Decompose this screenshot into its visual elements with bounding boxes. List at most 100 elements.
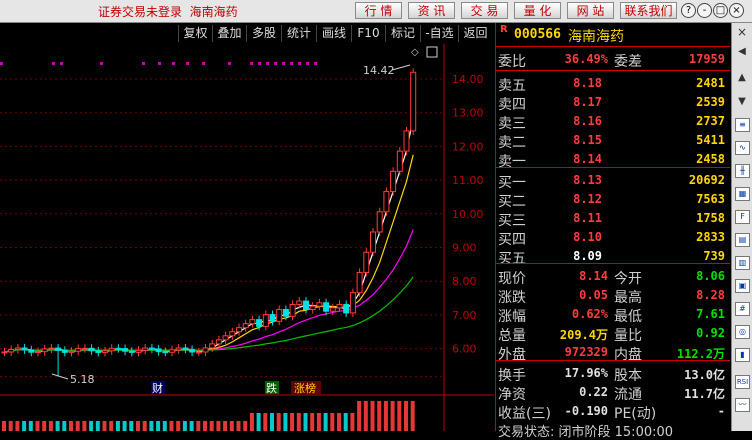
volume-bar bbox=[75, 421, 80, 431]
fund-label: 收益(三) bbox=[498, 406, 551, 422]
candle-body bbox=[135, 349, 142, 353]
ask-price: 8.16 bbox=[573, 114, 602, 128]
minimize-icon[interactable]: - bbox=[697, 3, 712, 18]
price-axis-labels: 14.00 13.00 12.00 11.00 10.00 9.00 8.00 7.00 6.0… bbox=[452, 73, 484, 356]
tool-multi-stock[interactable]: 多股 bbox=[246, 25, 281, 42]
candle-body bbox=[195, 351, 202, 354]
event-dots bbox=[0, 62, 317, 65]
tool-remove-watchlist[interactable]: -自选 bbox=[420, 25, 458, 42]
stat-label-2: 量比 bbox=[614, 328, 642, 344]
rsi-icon[interactable]: RSI bbox=[735, 375, 750, 389]
candle-body bbox=[182, 347, 189, 350]
locked-icon[interactable]: ▣ bbox=[735, 279, 750, 293]
candle-body bbox=[102, 350, 108, 353]
tool-overlay[interactable]: 叠加 bbox=[212, 25, 246, 42]
event-dot bbox=[100, 62, 103, 65]
candle-body bbox=[390, 170, 397, 193]
high-pointer bbox=[391, 64, 411, 71]
tool-f10[interactable]: F10 bbox=[351, 25, 385, 42]
event-dot bbox=[60, 62, 63, 65]
candle-body bbox=[349, 292, 356, 314]
news-icon[interactable]: ▤ bbox=[735, 233, 750, 247]
vol-icon[interactable]: ▮ bbox=[735, 348, 750, 362]
fund-value-2: - bbox=[717, 404, 725, 418]
bid-label: 买一 bbox=[498, 175, 526, 191]
tool-mark[interactable]: 标记 bbox=[385, 25, 420, 42]
trade-detail-icon[interactable]: ▥ bbox=[735, 256, 750, 270]
circle-icon[interactable]: ◎ bbox=[735, 325, 750, 339]
price-tick: 14.00 bbox=[452, 73, 484, 86]
volume-bar bbox=[223, 421, 228, 431]
ask-row: 卖二 8.15 5411 bbox=[496, 131, 729, 151]
arrow-down-icon[interactable]: ▼ bbox=[734, 95, 750, 109]
candle-body bbox=[269, 314, 276, 322]
quant-button[interactable]: 量 化 bbox=[514, 2, 561, 19]
price-tick: 13.00 bbox=[452, 107, 484, 120]
volume-bar bbox=[42, 421, 47, 431]
wave-icon[interactable]: 〰 bbox=[735, 398, 750, 412]
volume-bar bbox=[229, 421, 234, 431]
contact-button[interactable]: 联系我们 bbox=[620, 2, 677, 19]
volume-bar bbox=[28, 421, 33, 431]
tool-fuquan[interactable]: 复权 bbox=[178, 25, 212, 42]
volume-bar bbox=[296, 413, 301, 431]
candle-body bbox=[55, 347, 62, 351]
volume-bar bbox=[182, 421, 187, 431]
arrow-left-icon[interactable]: ◀ bbox=[734, 45, 750, 59]
volume-bar bbox=[169, 421, 174, 431]
volume-bar bbox=[330, 413, 335, 431]
candle-body bbox=[48, 347, 55, 350]
depth-icon[interactable]: ▦ bbox=[735, 187, 750, 201]
ask-row: 卖三 8.16 2737 bbox=[496, 112, 729, 132]
fund-value-2: 13.0亿 bbox=[684, 368, 725, 382]
volume-bar bbox=[176, 421, 181, 431]
close-panel-icon[interactable]: × bbox=[734, 25, 750, 39]
quote-header: R 000566 海南海药 bbox=[496, 24, 729, 45]
tool-stats[interactable]: 统计 bbox=[281, 25, 316, 42]
candle-body bbox=[95, 350, 102, 353]
calc-icon[interactable]: # bbox=[735, 302, 750, 316]
list-icon[interactable]: ≡ bbox=[735, 118, 750, 132]
stat-value: 209.4万 bbox=[559, 328, 608, 342]
volume-bar bbox=[209, 421, 214, 431]
marker-finance[interactable]: 财 bbox=[152, 381, 163, 395]
fund-label: 净资 bbox=[498, 387, 526, 403]
bid-label: 买二 bbox=[498, 194, 526, 210]
tool-draw-line[interactable]: 画线 bbox=[316, 25, 351, 42]
f10-icon[interactable]: F bbox=[735, 210, 750, 224]
candle-body bbox=[88, 347, 95, 352]
candle-body bbox=[222, 335, 229, 341]
marker-gainers[interactable]: 涨榜 bbox=[294, 381, 316, 395]
website-button[interactable]: 网 站 bbox=[567, 2, 614, 19]
login-status: 证券交易未登录 海南海药 bbox=[98, 3, 238, 20]
marker-drop[interactable]: 跌 bbox=[266, 381, 277, 395]
r-badge: R bbox=[500, 24, 508, 35]
quotes-button[interactable]: 行 情 bbox=[355, 2, 402, 19]
stat-value: 0.62% bbox=[571, 307, 608, 321]
help-icon[interactable]: ? bbox=[681, 3, 696, 18]
minute-chart-icon[interactable]: ∿ bbox=[735, 141, 750, 155]
candlesticks bbox=[1, 68, 417, 377]
news-button[interactable]: 资 讯 bbox=[408, 2, 455, 19]
volume-bar bbox=[55, 421, 60, 431]
event-dot bbox=[290, 62, 293, 65]
quote-panel: R 000566 海南海药 委比 36.49% 委差 17959 卖五 8.18 2… bbox=[495, 23, 731, 440]
volume-bar bbox=[390, 401, 395, 431]
trade-button[interactable]: 交 易 bbox=[461, 2, 508, 19]
kline-icon[interactable]: ╫ bbox=[735, 164, 750, 178]
bid-row: 买一 8.13 20692 bbox=[496, 171, 729, 191]
volume-bar bbox=[8, 421, 13, 431]
arrow-up-icon[interactable]: ▲ bbox=[734, 71, 750, 85]
volume-bar bbox=[115, 421, 120, 431]
fund-label-2: 流通 bbox=[614, 387, 642, 403]
price-tick: 9.00 bbox=[452, 242, 477, 255]
kline-chart[interactable]: 14.00 13.00 12.00 11.00 10.00 9.00 8.00 7.00 6.0… bbox=[0, 44, 494, 431]
event-dot bbox=[306, 62, 309, 65]
tool-back[interactable]: 返回 bbox=[458, 25, 492, 42]
low-price-label: 5.18 bbox=[70, 373, 95, 386]
candle-body bbox=[175, 347, 182, 351]
volume-bar bbox=[350, 413, 355, 431]
close-icon[interactable]: × bbox=[729, 3, 744, 18]
bid-price: 8.09 bbox=[573, 249, 602, 263]
maximize-icon[interactable]: □ bbox=[713, 3, 728, 18]
